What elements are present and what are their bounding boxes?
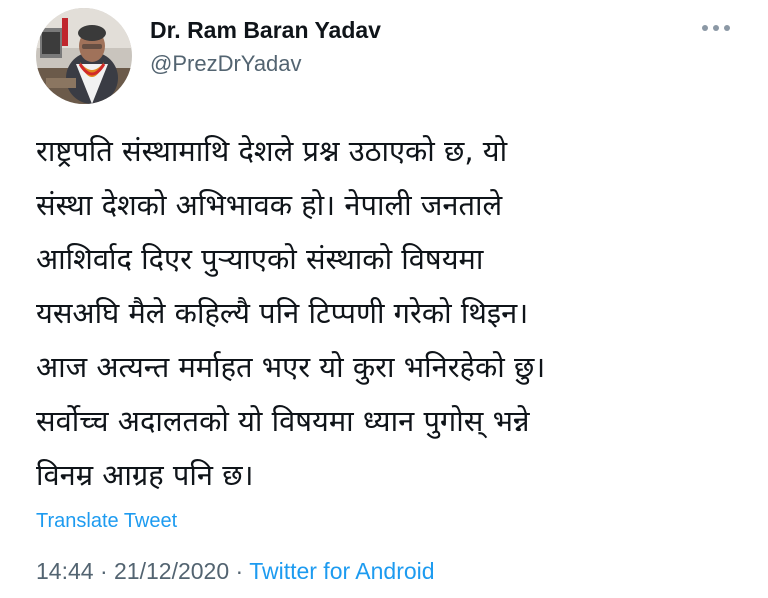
tweet-text-line: विनम्र आग्रह पनि छ। (36, 458, 254, 492)
tweet-text-line: यसअघि मैले कहिल्यै पनि टिप्पणी गरेको थिइ… (36, 296, 529, 330)
author-name[interactable]: Dr. Ram Baran Yadav (150, 17, 381, 44)
tweet-text-line: संस्था देशको अभिभावक हो। नेपाली जनताले (36, 188, 503, 222)
tweet-time[interactable]: 14:44 (36, 558, 94, 584)
tweet-date[interactable]: 21/12/2020 (114, 558, 229, 584)
tweet-meta: 14:44 · 21/12/2020 · Twitter for Android (36, 558, 435, 585)
meta-separator: · (235, 558, 244, 584)
meta-separator: · (99, 558, 108, 584)
avatar[interactable] (36, 8, 132, 104)
translate-tweet-link[interactable]: Translate Tweet (36, 510, 177, 533)
tweet-text: राष्ट्रपति संस्थामाथि देशले प्रश्न उठाएक… (36, 124, 736, 502)
more-horizontal-icon (702, 25, 730, 31)
tweet: Dr. Ram Baran Yadav @PrezDrYadav राष्ट्र… (0, 0, 768, 598)
tweet-text-line: सर्वोच्च अदालतको यो विषयमा ध्यान पुगोस् … (36, 404, 530, 438)
tweet-text-line: राष्ट्रपति संस्थामाथि देशले प्रश्न उठाएक… (36, 134, 508, 168)
tweet-text-line: आशिर्वाद दिएर पुर्‍याएको संस्थाको विषयमा (36, 242, 484, 276)
author-handle[interactable]: @PrezDrYadav (150, 51, 302, 77)
tweet-text-line: आज अत्यन्त मर्माहत भएर यो कुरा भनिरहेको … (36, 350, 546, 384)
avatar-photo (36, 8, 132, 104)
more-options-button[interactable] (700, 22, 732, 34)
tweet-source-link[interactable]: Twitter for Android (249, 558, 434, 584)
